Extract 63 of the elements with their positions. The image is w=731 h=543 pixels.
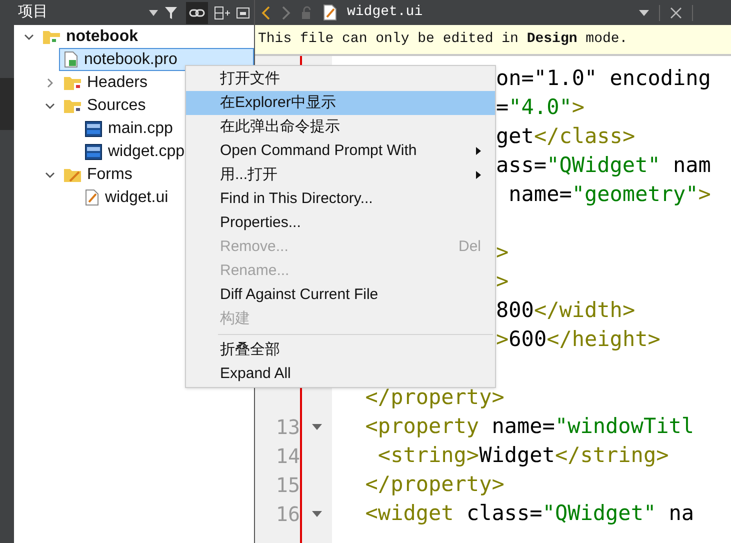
code-line: name="geometry"> [508,180,711,208]
tree-item[interactable]: widget.cpp [80,140,188,163]
split-add-icon[interactable] [214,6,230,20]
code-line: on="1.0" encoding [496,64,711,92]
code-line: ass="QWidget" nam [496,152,711,179]
code-line: <string>Widget</string> [376,442,669,469]
code-line: 800</width> [496,296,636,324]
code-line: get</class> [496,122,636,150]
tree-item[interactable]: notebook [38,25,141,48]
code-line: >600</height> [496,326,660,353]
menu-item[interactable]: 在Explorer中显示 [186,91,495,115]
menu-item[interactable]: 在此弹出命令提示 [186,115,495,139]
file-name: widget.ui [347,3,424,22]
menu-item[interactable]: 用...打开 [186,163,495,187]
menu-item[interactable]: Open Command Prompt With [186,139,495,163]
folder-icon [64,98,81,112]
code-line: ="4.0"> [496,94,585,121]
project-file-icon [64,51,78,68]
tree-item[interactable]: notebook.pro [59,48,254,71]
code-line: > [496,238,509,266]
link-icon[interactable] [186,2,208,24]
folder-icon [64,76,81,90]
menu-item[interactable]: Properties... [186,211,495,235]
chevron-down-icon[interactable] [24,32,34,42]
line-number: 14 [276,442,300,470]
folder-icon [64,168,81,182]
tree-item[interactable]: main.cpp [80,117,176,140]
menu-item[interactable]: Expand All [186,362,495,386]
line-number: 13 [276,414,300,440]
tree-item[interactable]: Forms [59,163,136,186]
tree-item[interactable]: widget.ui [80,186,172,209]
code-line: <widget class="QWidget" na [364,500,694,527]
form-file-icon [323,4,337,21]
submenu-arrow-icon [476,171,481,179]
info-message: This file can only be edited in Design mode. [258,30,628,49]
tree-item[interactable]: Headers [59,71,150,94]
folder-icon [43,30,60,44]
cpp-file-icon [85,144,102,160]
menu-item[interactable]: Find in This Directory... [186,187,495,211]
tree-item[interactable]: Sources [59,94,149,117]
form-file-icon [85,189,99,206]
chevron-down-icon[interactable] [45,100,55,110]
chevron-down-icon[interactable] [45,170,55,180]
filter-icon[interactable] [164,6,180,20]
chevron-right-icon[interactable] [45,78,55,88]
panel-icon[interactable] [236,6,250,18]
dropdown-icon[interactable] [149,10,158,16]
fold-arrow-icon[interactable] [312,510,322,516]
dropdown-icon[interactable] [639,10,649,16]
submenu-arrow-icon [476,147,481,155]
menu-item[interactable]: Diff Against Current File [186,283,495,307]
menu-item[interactable]: 折叠全部 [186,338,495,362]
code-line: </property> [364,470,504,498]
code-line: > [496,268,509,295]
code-line: <property name="windowTitl [364,412,694,440]
line-number: 16 [276,500,300,528]
close-icon[interactable] [670,6,682,18]
fold-arrow-icon[interactable] [312,424,322,430]
line-number: 15 [276,472,300,498]
code-line: </property> [364,384,504,411]
back-icon[interactable] [261,6,271,20]
cpp-file-icon [85,120,102,136]
panel-title: 项目 [18,2,49,22]
